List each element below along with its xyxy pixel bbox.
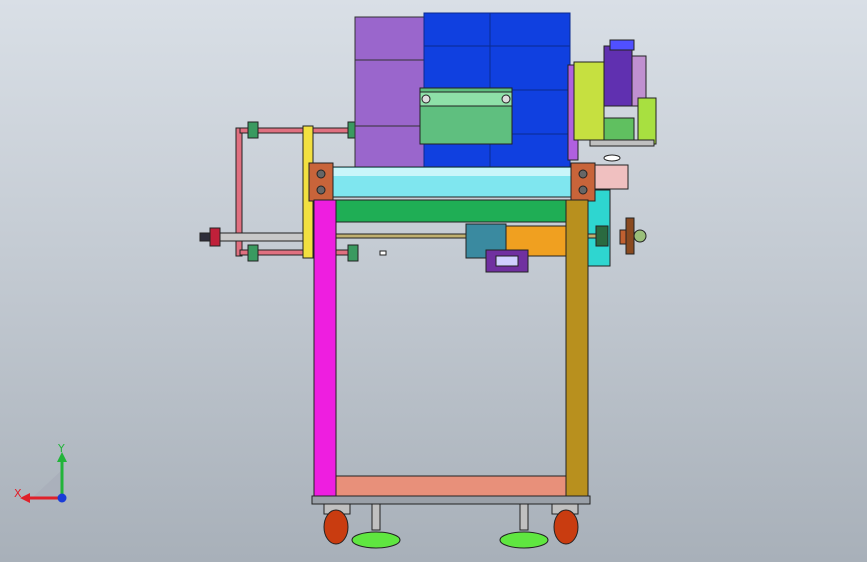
- frame-left-post: [313, 199, 337, 501]
- upper-green-plate: [334, 199, 568, 223]
- cad-model-viewport[interactable]: X Y: [0, 0, 867, 562]
- frame-right-post: [565, 199, 589, 501]
- z-axis-icon: [57, 493, 67, 503]
- drive-shaft: [335, 223, 597, 273]
- hopper-green-box: [419, 87, 513, 145]
- axis-triad: X Y: [14, 442, 67, 503]
- x-axis-label: X: [14, 487, 22, 500]
- purple-hopper: [354, 16, 426, 170]
- frame-base: [311, 495, 591, 505]
- machine-assembly-drawing[interactable]: [0, 0, 867, 562]
- y-axis-label: Y: [57, 442, 65, 455]
- main-roller: [308, 162, 596, 202]
- triad-plane-icon: [32, 470, 62, 498]
- frame-bottom-bar: [335, 475, 567, 499]
- leveling-feet: [351, 503, 549, 549]
